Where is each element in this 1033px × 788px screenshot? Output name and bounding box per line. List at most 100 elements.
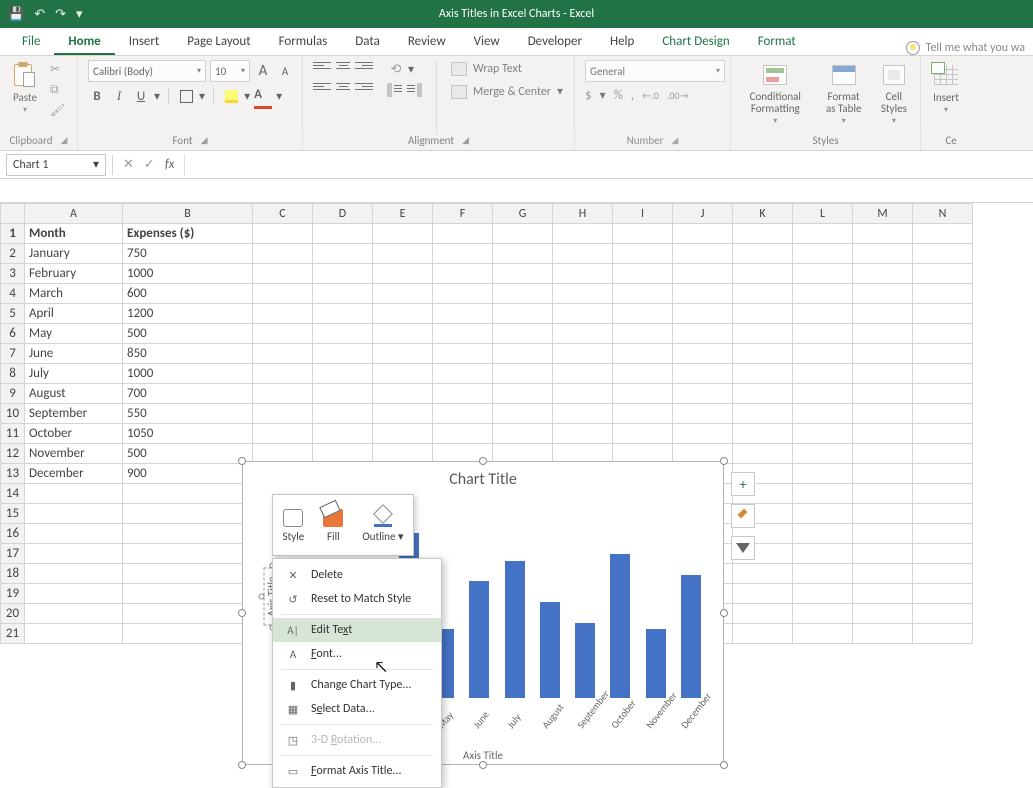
cell[interactable] [373, 264, 433, 284]
cell[interactable] [673, 244, 733, 264]
cell[interactable] [433, 244, 493, 264]
cancel-icon[interactable]: ✕ [123, 157, 134, 172]
comma-button[interactable]: , [631, 88, 634, 103]
row-header[interactable]: 16 [1, 524, 25, 544]
name-box[interactable]: Chart 1▾ [6, 154, 106, 176]
cell[interactable] [253, 364, 313, 384]
cell[interactable] [253, 404, 313, 424]
cell[interactable] [853, 224, 913, 244]
cell[interactable] [793, 364, 853, 384]
column-header[interactable]: J [673, 204, 733, 224]
cell[interactable] [913, 584, 973, 604]
percent-button[interactable]: % [614, 88, 623, 103]
format-painter-icon[interactable]: 🖌 [50, 103, 65, 118]
number-format-select[interactable]: General▾ [585, 60, 725, 82]
cell[interactable] [913, 424, 973, 444]
cell[interactable] [853, 284, 913, 304]
cell[interactable]: 850 [123, 344, 253, 364]
cell[interactable] [433, 404, 493, 424]
cell[interactable] [733, 604, 793, 624]
cell[interactable]: January [25, 244, 123, 264]
cell[interactable] [553, 324, 613, 344]
row-header[interactable]: 17 [1, 544, 25, 564]
cell[interactable]: August [25, 384, 123, 404]
row-header[interactable]: 6 [1, 324, 25, 344]
cell[interactable] [613, 324, 673, 344]
cell[interactable] [853, 424, 913, 444]
column-header[interactable]: L [793, 204, 853, 224]
cell[interactable] [493, 364, 553, 384]
row-header[interactable]: 11 [1, 424, 25, 444]
cell[interactable] [733, 224, 793, 244]
chevron-down-icon[interactable]: ▾ [154, 89, 160, 104]
cell[interactable] [253, 384, 313, 404]
cell[interactable] [553, 264, 613, 284]
cell[interactable] [373, 244, 433, 264]
cut-icon[interactable]: ✂ [50, 62, 65, 77]
chart-title[interactable]: Chart Title [243, 470, 723, 489]
cell[interactable] [613, 404, 673, 424]
fx-icon[interactable]: fx [165, 157, 175, 172]
cell[interactable] [553, 384, 613, 404]
resize-handle[interactable] [479, 457, 487, 465]
cell[interactable] [793, 504, 853, 524]
redo-icon[interactable]: ↷ [55, 7, 66, 22]
cell[interactable] [493, 284, 553, 304]
cell[interactable] [433, 344, 493, 364]
cell[interactable] [123, 484, 253, 504]
cell[interactable] [253, 344, 313, 364]
column-header[interactable]: C [253, 204, 313, 224]
cell[interactable] [553, 404, 613, 424]
cell[interactable] [613, 384, 673, 404]
cell[interactable] [553, 284, 613, 304]
cell[interactable]: 750 [123, 244, 253, 264]
cell[interactable] [553, 424, 613, 444]
cell[interactable]: 1000 [123, 264, 253, 284]
tab-insert[interactable]: Insert [115, 29, 174, 55]
cell[interactable] [253, 224, 313, 244]
cell[interactable] [123, 604, 253, 624]
row-header[interactable]: 19 [1, 584, 25, 604]
column-header[interactable]: B [123, 204, 253, 224]
ctx-reset[interactable]: ↺Reset to Match Style [273, 587, 441, 611]
cell[interactable] [313, 304, 373, 324]
cell[interactable]: September [25, 404, 123, 424]
row-header[interactable]: 7 [1, 344, 25, 364]
cell[interactable] [913, 604, 973, 624]
cell[interactable] [613, 244, 673, 264]
cell[interactable] [673, 364, 733, 384]
cell[interactable] [673, 404, 733, 424]
cell[interactable] [25, 584, 123, 604]
cell[interactable] [913, 324, 973, 344]
row-header[interactable]: 5 [1, 304, 25, 324]
cell[interactable] [553, 224, 613, 244]
cell[interactable] [793, 564, 853, 584]
cell[interactable] [613, 364, 673, 384]
chart-bar[interactable] [610, 554, 630, 698]
cell[interactable] [793, 284, 853, 304]
cell[interactable] [793, 324, 853, 344]
cell[interactable]: 1200 [123, 304, 253, 324]
align-top-button[interactable] [313, 62, 331, 76]
cell[interactable] [733, 284, 793, 304]
accounting-button[interactable]: $ [585, 88, 592, 103]
cell[interactable] [373, 324, 433, 344]
decrease-indent-button[interactable] [387, 83, 403, 97]
cell[interactable] [793, 444, 853, 464]
cell[interactable]: 500 [123, 324, 253, 344]
row-header[interactable]: 20 [1, 604, 25, 624]
row-header[interactable]: 13 [1, 464, 25, 484]
row-header[interactable]: 3 [1, 264, 25, 284]
align-bottom-button[interactable] [355, 62, 373, 76]
resize-handle[interactable] [479, 761, 487, 769]
cell[interactable] [733, 384, 793, 404]
cell[interactable] [493, 404, 553, 424]
cell[interactable] [253, 244, 313, 264]
cell[interactable] [793, 224, 853, 244]
cell[interactable] [123, 564, 253, 584]
chevron-down-icon[interactable]: ▾ [199, 89, 205, 104]
row-header[interactable]: 2 [1, 244, 25, 264]
resize-handle[interactable] [238, 761, 246, 769]
cell[interactable] [853, 364, 913, 384]
cell[interactable] [123, 584, 253, 604]
